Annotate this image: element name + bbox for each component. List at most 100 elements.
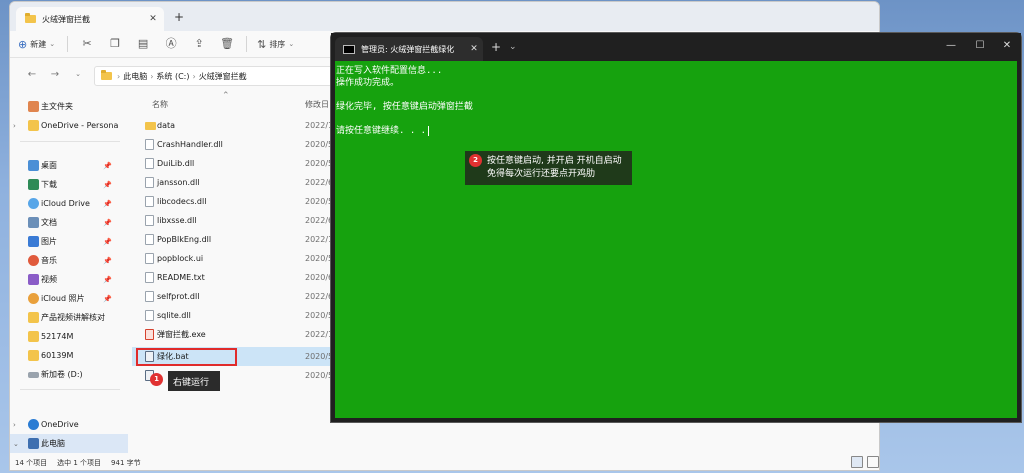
close-icon[interactable]: ✕ [467, 44, 481, 54]
file-row[interactable]: DuiLib.dll 2020/5/1 [132, 154, 342, 173]
nav-item-music[interactable]: 音乐 📌 [10, 251, 128, 270]
dll-file-icon [145, 139, 154, 150]
chevron-down-icon[interactable]: ⌄ [13, 440, 19, 448]
nav-item-onedrive[interactable]: › OneDrive [10, 415, 128, 434]
nav-item-label: 产品视频讲解核对 [41, 313, 105, 322]
minimize-icon[interactable]: — [943, 39, 959, 53]
explorer-tab[interactable]: 火绒弹窗拦截 ✕ [16, 7, 164, 31]
nav-item-this-pc[interactable]: ⌄ 此电脑 [10, 434, 128, 453]
chevron-down-icon[interactable]: ⌄ [509, 42, 517, 52]
delete-icon[interactable]: 🗑 [218, 35, 236, 53]
pin-icon[interactable]: 📌 [103, 181, 112, 189]
file-row[interactable]: popblock.ui 2020/5/1 [132, 249, 342, 268]
nav-item-folder-1[interactable]: 产品视频讲解核对 [10, 308, 128, 327]
nav-item-onedrive-personal[interactable]: › OneDrive - Persona [10, 116, 128, 135]
column-name[interactable]: 名称 [152, 99, 168, 110]
sort-icon: ⇅ [257, 37, 267, 51]
nav-item-documents[interactable]: 文档 📌 [10, 213, 128, 232]
highlight-box [136, 348, 237, 366]
details-view-icon[interactable] [851, 456, 863, 468]
nav-item-folder-2[interactable]: 52174M [10, 327, 128, 346]
forward-arrow-icon[interactable]: → [47, 69, 63, 80]
tiles-view-icon[interactable] [867, 456, 879, 468]
close-window-icon[interactable]: ✕ [999, 39, 1015, 53]
chevron-down-icon[interactable]: ⌄ [70, 70, 86, 78]
nav-item-label: 52174M [41, 332, 74, 341]
breadcrumb-this-pc[interactable]: 此电脑 [123, 71, 147, 82]
pin-icon[interactable]: 📌 [103, 200, 112, 208]
chevron-right-icon[interactable]: › [13, 421, 16, 429]
file-row[interactable]: CrashHandler.dll 2020/5/1 [132, 135, 342, 154]
file-row[interactable]: selfprot.dll 2022/6/1 [132, 287, 342, 306]
nav-item-home[interactable]: 主文件夹 [10, 97, 128, 116]
explorer-tabbar: 火绒弹窗拦截 ✕ + [10, 2, 879, 31]
sort-up-icon: ⌃ [222, 91, 230, 101]
nav-item-desktop[interactable]: 桌面 📌 [10, 156, 128, 175]
breadcrumb-folder[interactable]: 火绒弹窗拦截 [199, 71, 247, 82]
new-button[interactable]: ⊕ 新建 ⌄ [18, 34, 55, 54]
nav-item-icloud-drive[interactable]: iCloud Drive 📌 [10, 194, 128, 213]
dll-file-icon [145, 234, 154, 245]
column-date[interactable]: 修改日 [305, 99, 329, 110]
plus-circle-icon: ⊕ [18, 37, 28, 51]
chevron-down-icon: ⌄ [49, 40, 56, 48]
pin-icon[interactable]: 📌 [103, 257, 112, 265]
dll-file-icon [145, 177, 154, 188]
console-window: 管理员: 火绒弹窗拦截绿化 ✕ + ⌄ — ☐ ✕ 正在写入软件配置信息... … [330, 32, 1022, 423]
share-icon[interactable]: ⇪ [190, 35, 208, 53]
paste-icon[interactable]: ▤ [134, 35, 152, 53]
pin-icon[interactable]: 📌 [103, 162, 112, 170]
file-row[interactable]: 弹窗拦截.exe 2022/11/ [132, 325, 342, 344]
cut-icon[interactable]: ✂ [78, 35, 96, 53]
nav-item-label: 下载 [41, 180, 57, 189]
pin-icon[interactable]: 📌 [103, 238, 112, 246]
file-name: libxsse.dll [157, 216, 197, 225]
rename-icon[interactable]: Ⓐ [162, 35, 180, 53]
column-header: ⌃ 名称 修改日 [132, 91, 342, 113]
nav-item-drive-d[interactable]: 新加卷 (D:) [10, 365, 128, 384]
folder-icon [25, 13, 36, 23]
file-row[interactable]: README.txt 2020/6/2 [132, 268, 342, 287]
maximize-icon[interactable]: ☐ [972, 39, 988, 53]
chevron-right-icon: › [150, 71, 154, 81]
document-icon [28, 217, 39, 228]
new-tab-button[interactable]: + [171, 10, 187, 24]
file-name: popblock.ui [157, 254, 204, 263]
chevron-right-icon[interactable]: › [13, 122, 16, 130]
sort-button-label: 排序 [269, 39, 286, 49]
nav-item-icloud-photos[interactable]: iCloud 照片 📌 [10, 289, 128, 308]
close-icon[interactable]: ✕ [146, 14, 160, 24]
back-arrow-icon[interactable]: ← [24, 69, 40, 80]
console-line-prompt: 请按任意键继续. . . [336, 123, 430, 136]
file-row[interactable]: libcodecs.dll 2020/5/1 [132, 192, 342, 211]
ui-file-icon [145, 253, 154, 264]
text-file-icon [145, 272, 154, 283]
console-tab[interactable]: 管理员: 火绒弹窗拦截绿化 ✕ [335, 37, 483, 61]
breadcrumb-system-c[interactable]: 系统 (C:) [156, 71, 189, 82]
console-output[interactable]: 正在写入软件配置信息... 操作成功完成。 绿化完毕, 按任意键启动弹窗拦截 请… [335, 61, 1017, 418]
sort-button[interactable]: ⇅ 排序 ⌄ [257, 34, 294, 54]
file-row[interactable]: PopBlkEng.dll 2022/11/ [132, 230, 342, 249]
file-row[interactable]: sqlite.dll 2020/5/1 [132, 306, 342, 325]
nav-item-pictures[interactable]: 图片 📌 [10, 232, 128, 251]
file-row[interactable]: data 2022/11/ [132, 116, 342, 135]
pin-icon[interactable]: 📌 [103, 295, 112, 303]
file-row[interactable]: 2020/5/3 [132, 366, 342, 385]
file-name: sqlite.dll [157, 311, 191, 320]
file-row[interactable]: libxsse.dll 2022/6/1 [132, 211, 342, 230]
address-bar[interactable]: › 此电脑 › 系统 (C:) › 火绒弹窗拦截 [94, 66, 334, 86]
annotation-line: 按任意键启动, 并开启 开机自启动 [487, 156, 622, 166]
nav-item-folder-3[interactable]: 60139M [10, 346, 128, 365]
pin-icon[interactable]: 📌 [103, 219, 112, 227]
pin-icon[interactable]: 📌 [103, 276, 112, 284]
file-row[interactable]: jansson.dll 2022/6/1 [132, 173, 342, 192]
copy-icon[interactable]: ❐ [106, 35, 124, 53]
nav-item-videos[interactable]: 视频 📌 [10, 270, 128, 289]
nav-item-label: iCloud 照片 [41, 294, 85, 303]
onedrive-icon [28, 419, 39, 430]
folder-icon [101, 70, 112, 80]
new-tab-button[interactable]: + [491, 40, 501, 54]
nav-item-downloads[interactable]: 下载 📌 [10, 175, 128, 194]
chevron-right-icon: › [117, 71, 121, 81]
nav-item-label: 主文件夹 [41, 102, 73, 111]
